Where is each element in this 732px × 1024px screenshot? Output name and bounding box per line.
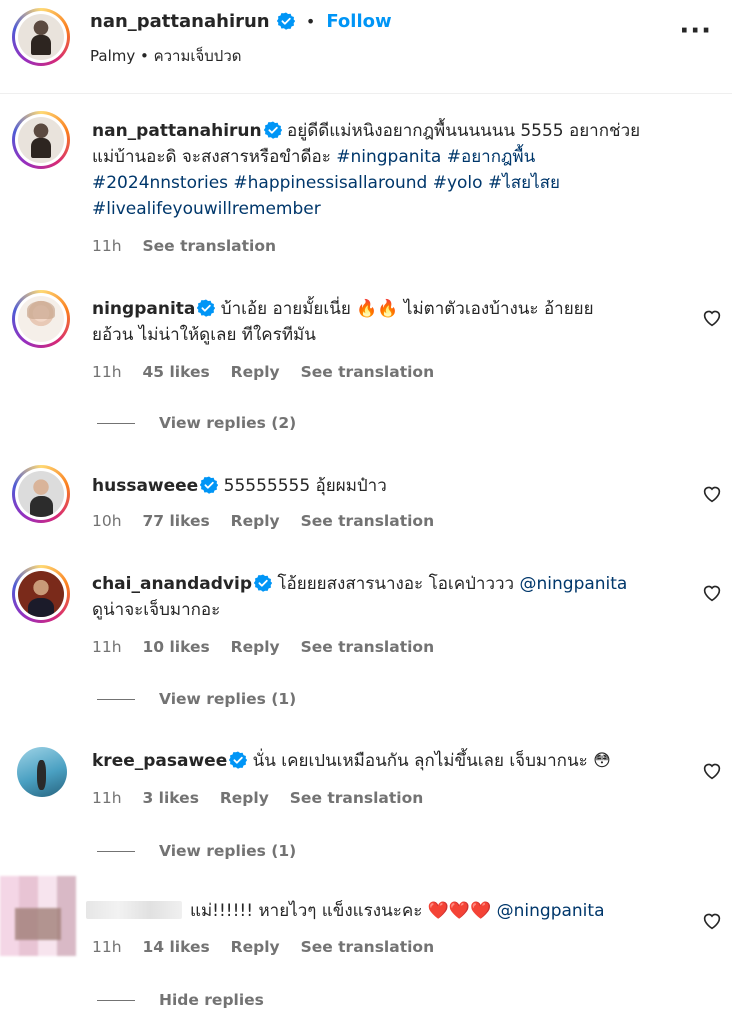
mention-link[interactable]: @ningpanita: [497, 901, 605, 921]
caption-meta: 11h See translation: [92, 237, 292, 255]
view-replies-button[interactable]: View replies (1): [97, 690, 296, 708]
comment-line2: ดูน่าจะเจ็บมากอะ: [92, 600, 221, 620]
header-title-row: nan_pattanahirun • Follow: [90, 11, 392, 32]
reply-button[interactable]: Reply: [231, 363, 280, 381]
comment-item: chai_anandadvip โอ้ยยยสงสารนางอะ โอเคป่า…: [0, 565, 732, 715]
mention-link[interactable]: @ningpanita: [520, 574, 628, 594]
caption-line1: อยู่ดีดีแม่หนิงอยากฎพื้นนนนนน 5555 อยากช…: [287, 121, 641, 141]
reply-button[interactable]: Reply: [231, 512, 280, 530]
replies-line: [97, 422, 135, 424]
comment-text: แม่!!!!!! หายไวๆ แข็งแรงนะคะ ❤️❤️❤️ @nin…: [86, 898, 682, 924]
comment-line1: นั่น เคยเปนเหมือนกัน ลุกไม่ขึ้นเลย เจ็บม…: [252, 751, 611, 771]
blurred-username: [86, 901, 182, 919]
view-replies-label: View replies (2): [159, 414, 297, 432]
hashtag-link[interactable]: #ningpanita: [336, 147, 441, 167]
comment-time: 11h: [92, 938, 122, 956]
replies-line: [97, 999, 135, 1001]
see-translation-link[interactable]: See translation: [142, 237, 276, 255]
comment-avatar[interactable]: [17, 747, 67, 797]
likes-count[interactable]: 14 likes: [142, 938, 209, 956]
hide-replies-label: Hide replies: [159, 991, 264, 1009]
comment-time: 11h: [92, 638, 122, 656]
caption-username[interactable]: nan_pattanahirun: [92, 121, 262, 141]
comment-text: hussaweee 55555555 อุ้ยผมป๋าว: [92, 473, 682, 499]
see-translation-link[interactable]: See translation: [290, 789, 424, 807]
heart-icon[interactable]: [702, 762, 722, 780]
comment-item: hussaweee 55555555 อุ้ยผมป๋าว 10h 77 lik…: [0, 465, 732, 545]
divider: [0, 93, 732, 94]
caption-text: nan_pattanahirun อยู่ดีดีแม่หนิงอยากฎพื้…: [92, 118, 702, 222]
see-translation-link[interactable]: See translation: [301, 363, 435, 381]
heart-icon[interactable]: [702, 485, 722, 503]
comment-line1: แม่!!!!!! หายไวๆ แข็งแรงนะคะ ❤️❤️❤️: [190, 901, 497, 921]
replies-line: [97, 698, 135, 700]
comment-line1: 55555555 อุ้ยผมป๋าว: [223, 476, 387, 496]
hashtag-link[interactable]: #livealifeyouwillremember: [92, 199, 321, 219]
view-replies-button[interactable]: View replies (1): [97, 842, 296, 860]
verified-badge-icon: [254, 574, 273, 592]
comment-text: ningpanita บ้าเอ้ย อายมั้ยเนี่ย 🔥🔥 ไม่ตา…: [92, 296, 682, 348]
comment-avatar[interactable]: [12, 565, 70, 623]
caption-line2: แม่บ้านอะดิ จะสงสารหรือขำดีอะ: [92, 147, 337, 167]
caption-avatar[interactable]: [12, 111, 70, 169]
heart-icon[interactable]: [702, 912, 722, 930]
more-horizontal-icon[interactable]: ···: [679, 18, 712, 44]
comment-line1: โอ้ยยยสงสารนางอะ โอเคป่าววว: [277, 574, 520, 594]
comment-time: 10h: [92, 512, 122, 530]
reply-button[interactable]: Reply: [220, 789, 269, 807]
follow-button[interactable]: Follow: [326, 11, 391, 32]
comment-meta: 11h 3 likes Reply See translation: [92, 789, 439, 807]
comment-line2: ยอ้วน ไม่น่าให้ดูเลย ทีใครทีมัน: [92, 325, 316, 345]
likes-count[interactable]: 10 likes: [142, 638, 209, 656]
comment-time: 11h: [92, 363, 122, 381]
heart-icon[interactable]: [702, 584, 722, 602]
view-replies-label: View replies (1): [159, 842, 297, 860]
comment-username[interactable]: ningpanita: [92, 299, 195, 319]
post-header: nan_pattanahirun • Follow Palmy • ความเจ…: [0, 0, 732, 80]
comment-line1: บ้าเอ้ย อายมั้ยเนี่ย 🔥🔥 ไม่ตาตัวเองบ้างน…: [220, 299, 594, 319]
comment-text: chai_anandadvip โอ้ยยยสงสารนางอะ โอเคป่า…: [92, 571, 682, 623]
comment-avatar[interactable]: [12, 290, 70, 348]
caption-time: 11h: [92, 237, 122, 255]
see-translation-link[interactable]: See translation: [301, 638, 435, 656]
comment-username[interactable]: kree_pasawee: [92, 751, 227, 771]
caption: nan_pattanahirun อยู่ดีดีแม่หนิงอยากฎพื้…: [0, 108, 732, 268]
comment-username[interactable]: hussaweee: [92, 476, 198, 496]
header-separator: •: [305, 12, 316, 31]
likes-count[interactable]: 77 likes: [142, 512, 209, 530]
reply-button[interactable]: Reply: [231, 638, 280, 656]
verified-badge-icon: [197, 299, 216, 317]
likes-count[interactable]: 45 likes: [142, 363, 209, 381]
header-username[interactable]: nan_pattanahirun: [90, 11, 270, 32]
blurred-avatar[interactable]: [0, 876, 76, 956]
header-subtitle[interactable]: Palmy • ความเจ็บปวด: [90, 44, 242, 68]
header-avatar[interactable]: [12, 8, 70, 66]
replies-line: [97, 850, 135, 852]
hashtag-link[interactable]: #2024nnstories #happinessisallaround #yo…: [92, 173, 560, 193]
verified-badge-icon: [229, 751, 248, 769]
heart-icon[interactable]: [702, 309, 722, 327]
verified-badge-icon: [276, 12, 295, 30]
comment-meta: 11h 14 likes Reply See translation: [92, 938, 450, 956]
comment-meta: 11h 10 likes Reply See translation: [92, 638, 450, 656]
comment-username[interactable]: chai_anandadvip: [92, 574, 252, 594]
comment-text: kree_pasawee นั่น เคยเปนเหมือนกัน ลุกไม่…: [92, 748, 682, 774]
view-replies-button[interactable]: View replies (2): [97, 414, 296, 432]
hide-replies-button[interactable]: Hide replies: [97, 991, 264, 1009]
hashtag-link[interactable]: #อยากฎพื้น: [447, 147, 536, 167]
comment-item: แม่!!!!!! หายไวๆ แข็งแรงนะคะ ❤️❤️❤️ @nin…: [0, 876, 732, 1016]
verified-badge-icon: [200, 476, 219, 494]
verified-badge-icon: [263, 121, 282, 139]
comment-item: kree_pasawee นั่น เคยเปนเหมือนกัน ลุกไม่…: [0, 743, 732, 873]
see-translation-link[interactable]: See translation: [301, 512, 435, 530]
reply-button[interactable]: Reply: [231, 938, 280, 956]
comment-avatar[interactable]: [12, 465, 70, 523]
comment-meta: 11h 45 likes Reply See translation: [92, 363, 450, 381]
see-translation-link[interactable]: See translation: [301, 938, 435, 956]
comment-time: 11h: [92, 789, 122, 807]
comment-item: ningpanita บ้าเอ้ย อายมั้ยเนี่ย 🔥🔥 ไม่ตา…: [0, 290, 732, 440]
comment-meta: 10h 77 likes Reply See translation: [92, 512, 450, 530]
likes-count[interactable]: 3 likes: [142, 789, 198, 807]
view-replies-label: View replies (1): [159, 690, 297, 708]
